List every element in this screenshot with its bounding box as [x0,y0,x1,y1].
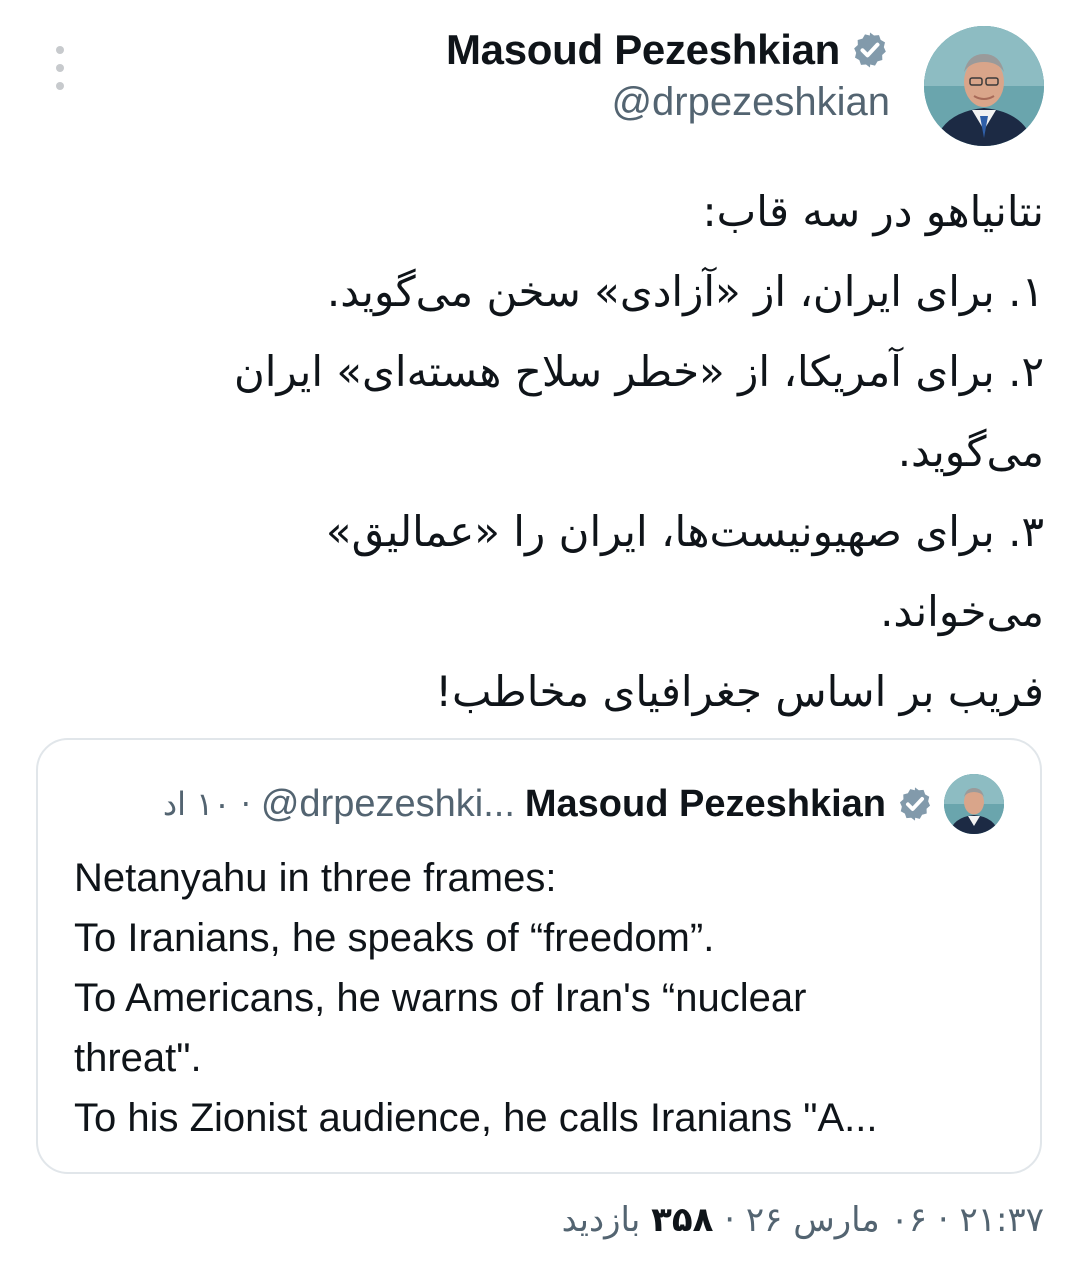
tweet-line: فریب بر اساس جغرافیای مخاطب! [435,667,1044,716]
quoted-tweet-line: threat". [74,1036,202,1080]
avatar-image [944,774,1004,834]
tweet-text: نتانیاهو در سه قاب: ۱. برای ایران، از «آ… [124,172,1044,732]
quoted-tweet-text: Netanyahu in three frames: To Iranians, … [74,848,1014,1148]
tweet-line: ۳. برای صهیونیست‌ها، ایران را «عمالیق» [325,507,1044,556]
tweet-line: می‌خواند. [880,587,1044,636]
tweet-author: Masoud Pezeshkian @drpezeshkian [446,24,890,125]
quoted-tweet-time: · ۱۰ اد [162,785,251,823]
tweet-line: نتانیاهو در سه قاب: [702,187,1044,236]
dot [56,46,64,54]
verified-badge-icon [854,32,886,68]
avatar-image [924,26,1044,146]
views-label: بازدید [561,1200,652,1240]
author-name-row: Masoud Pezeshkian [446,24,890,76]
tweet-line: ۲. برای آمریکا، از «خطر سلاح هسته‌ای» ای… [233,347,1044,396]
views-count: ۳۵۸ [651,1200,714,1240]
quoted-tweet-handle: @drpezeshki... [260,782,515,825]
quoted-tweet-author-name: Masoud Pezeshkian [524,782,886,825]
tweet-timestamp[interactable]: ۲۱:۳۷ · ۰۶ مارس ۲۶ · [713,1200,1044,1240]
tweet-line: می‌گوید. [897,427,1044,476]
more-options-icon[interactable] [46,46,74,90]
quoted-tweet-line: To Iranians, he speaks of “freedom”. [74,916,715,960]
author-avatar[interactable] [924,26,1044,146]
tweet-line: ۱. برای ایران، از «آزادی» سخن می‌گوید. [326,267,1044,316]
author-name[interactable]: Masoud Pezeshkian [446,26,840,74]
quoted-tweet-card[interactable]: · ۱۰ اد @drpezeshki... Masoud Pezeshkian… [36,738,1042,1174]
quoted-tweet-avatar [944,774,1004,834]
author-handle[interactable]: @drpezeshkian [446,80,890,125]
tweet-meta: ۲۱:۳۷ · ۰۶ مارس ۲۶ · ۳۵۸ بازدید [562,1200,1044,1240]
dot [56,64,64,72]
quoted-tweet-line: To Americans, he warns of Iran's “nuclea… [74,976,807,1020]
quoted-tweet-line: Netanyahu in three frames: [74,856,557,900]
dot [56,82,64,90]
quoted-tweet-header: · ۱۰ اد @drpezeshki... Masoud Pezeshkian [163,774,1004,834]
verified-badge-icon [899,787,931,821]
quoted-tweet-line: To his Zionist audience, he calls Irania… [74,1096,878,1140]
